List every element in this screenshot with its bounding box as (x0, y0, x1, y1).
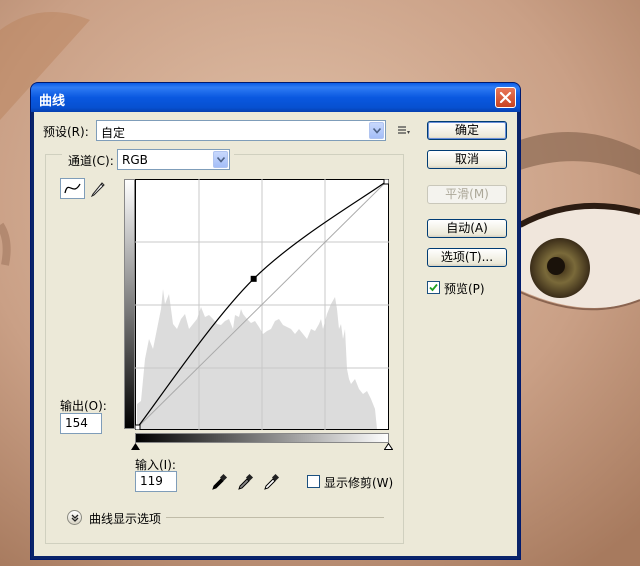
black-point-slider[interactable] (131, 443, 140, 450)
show-clipping-label: 显示修剪(W) (324, 476, 394, 490)
preset-value: 自定 (101, 126, 126, 140)
auto-button[interactable]: 自动(A) (427, 219, 507, 238)
input-gradient-bar (135, 433, 389, 443)
curve-control-point[interactable] (250, 275, 257, 282)
output-label: 输出(O): (60, 399, 107, 413)
preview-label: 预览(P) (444, 282, 485, 296)
curve-endpoint-black[interactable] (135, 424, 141, 430)
input-field[interactable]: 119 (135, 471, 177, 492)
channel-select[interactable]: RGB (117, 149, 230, 170)
preset-select[interactable]: 自定 (96, 120, 386, 141)
chevron-down-icon (369, 122, 384, 139)
double-chevron-down-icon (71, 514, 79, 522)
white-point-slider[interactable] (384, 443, 393, 450)
show-clipping-checkbox[interactable] (307, 475, 320, 488)
curves-dialog: 曲线 预设(R): 自定 通道(C): RGB 输出(O): 154 输入(I)… (31, 83, 520, 559)
close-icon (499, 91, 512, 104)
close-button[interactable] (495, 87, 516, 108)
curve-point-icon (64, 183, 81, 194)
preset-menu-icon[interactable] (397, 125, 411, 137)
window-title: 曲线 (39, 94, 66, 109)
curve-graph[interactable] (135, 179, 389, 430)
ok-button[interactable]: 确定 (427, 121, 507, 140)
curve-display-options-label: 曲线显示选项 (89, 512, 162, 526)
options-button[interactable]: 选项(T)... (427, 248, 507, 267)
options-divider (166, 517, 384, 518)
check-icon (429, 283, 438, 292)
white-eyedropper-icon[interactable] (263, 473, 281, 491)
output-field[interactable]: 154 (60, 413, 102, 434)
pencil-icon[interactable] (90, 180, 106, 197)
preset-label: 预设(R): (43, 125, 89, 139)
preview-checkbox[interactable] (427, 281, 440, 294)
curve-endpoint-white[interactable] (383, 179, 389, 185)
curve-point-tool-button[interactable] (60, 178, 85, 199)
expand-options-button[interactable] (67, 510, 82, 525)
output-gradient-bar (124, 179, 135, 429)
channel-label: 通道(C): (68, 154, 114, 168)
smooth-button: 平滑(M) (427, 185, 507, 204)
chevron-down-icon (213, 151, 228, 168)
dialog-body: 预设(R): 自定 通道(C): RGB 输出(O): 154 输入(I): 1… (34, 112, 517, 556)
gray-eyedropper-icon[interactable] (237, 473, 255, 491)
cancel-button[interactable]: 取消 (427, 150, 507, 169)
title-bar[interactable]: 曲线 (31, 83, 520, 112)
black-eyedropper-icon[interactable] (211, 473, 229, 491)
channel-value: RGB (122, 153, 148, 167)
